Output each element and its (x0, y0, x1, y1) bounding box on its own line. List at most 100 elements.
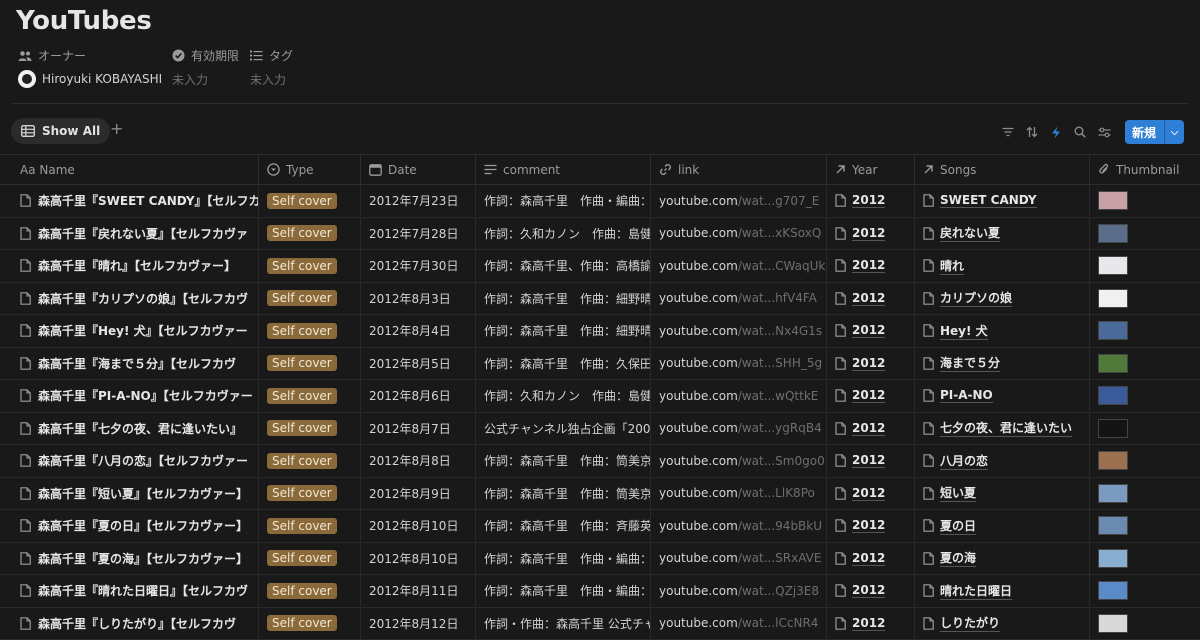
link-domain[interactable]: youtube.com (659, 324, 738, 338)
link-domain[interactable]: youtube.com (659, 389, 738, 403)
thumbnail-cell[interactable] (1090, 283, 1200, 314)
year-relation[interactable]: 2012 (852, 291, 885, 306)
year-cell[interactable]: 2012 (827, 478, 915, 509)
chevron-down-icon[interactable]: ⌵ (1165, 127, 1184, 138)
thumbnail-cell[interactable] (1090, 218, 1200, 249)
table-row[interactable]: 森高千里『夏の日』【セルフカヴァー】Self cover2012年8月10日作詞… (0, 510, 1200, 543)
link-cell[interactable]: youtube.com/wat...lCcNR4 (651, 608, 827, 639)
songs-cell[interactable]: 夏の日 (915, 510, 1090, 541)
table-row[interactable]: 森高千里『PI-A-NO』【セルフカヴァーSelf cover2012年8月6日… (0, 380, 1200, 413)
year-relation[interactable]: 2012 (852, 616, 885, 631)
year-cell[interactable]: 2012 (827, 413, 915, 444)
comment-cell[interactable]: 作詞：森高千里 作曲・編曲： (476, 185, 651, 216)
tag-value[interactable]: 未入力 (250, 71, 286, 88)
year-cell[interactable]: 2012 (827, 608, 915, 639)
year-cell[interactable]: 2012 (827, 543, 915, 574)
comment-cell[interactable]: 作詞：森高千里 作曲：細野晴 (476, 315, 651, 346)
songs-cell[interactable]: カリプソの娘 (915, 283, 1090, 314)
thumbnail-image[interactable] (1098, 419, 1128, 438)
name-cell[interactable]: 森高千里『七夕の夜、君に逢いたい』 (12, 413, 259, 444)
song-relation[interactable]: 海まで５分 (940, 354, 1000, 372)
thumbnail-image[interactable] (1098, 289, 1128, 308)
year-cell[interactable]: 2012 (827, 348, 915, 379)
thumbnail-image[interactable] (1098, 451, 1128, 470)
songs-cell[interactable]: 八月の恋 (915, 445, 1090, 476)
settings-icon[interactable] (1092, 121, 1116, 143)
thumbnail-cell[interactable] (1090, 543, 1200, 574)
table-row[interactable]: 森高千里『海まで５分』【セルフカヴSelf cover2012年8月5日作詞：森… (0, 348, 1200, 381)
table-row[interactable]: 森高千里『戻れない夏』【セルフカヴァSelf cover2012年7月28日作詞… (0, 218, 1200, 251)
link-cell[interactable]: youtube.com/wat...hfV4FA (651, 283, 827, 314)
name-cell[interactable]: 森高千里『戻れない夏』【セルフカヴァ (12, 218, 259, 249)
table-row[interactable]: 森高千里『夏の海』【セルフカヴァー】Self cover2012年8月10日作詞… (0, 543, 1200, 576)
comment-cell[interactable]: 作詞：森高千里 作曲：筒美京 (476, 478, 651, 509)
date-cell[interactable]: 2012年8月11日 (361, 575, 476, 606)
link-cell[interactable]: youtube.com/wat...SHH_5g (651, 348, 827, 379)
date-cell[interactable]: 2012年8月4日 (361, 315, 476, 346)
table-row[interactable]: 森高千里『晴れ』【セルフカヴァー】Self cover2012年7月30日作詞：… (0, 250, 1200, 283)
link-domain[interactable]: youtube.com (659, 454, 738, 468)
date-cell[interactable]: 2012年8月6日 (361, 380, 476, 411)
type-cell[interactable]: Self cover (259, 510, 361, 541)
year-cell[interactable]: 2012 (827, 510, 915, 541)
link-tail[interactable]: /wat...Sm0go0 (738, 454, 825, 468)
type-cell[interactable]: Self cover (259, 445, 361, 476)
link-domain[interactable]: youtube.com (659, 616, 738, 630)
song-relation[interactable]: 七夕の夜、君に逢いたい (940, 419, 1072, 437)
date-cell[interactable]: 2012年7月28日 (361, 218, 476, 249)
comment-cell[interactable]: 作詞：森高千里 作曲：斉藤英 (476, 510, 651, 541)
date-cell[interactable]: 2012年8月3日 (361, 283, 476, 314)
comment-cell[interactable]: 作詞：森高千里、作曲：高橋諭 (476, 250, 651, 281)
song-relation[interactable]: SWEET CANDY (940, 193, 1037, 208)
column-header-date[interactable]: Date (361, 155, 476, 184)
year-relation[interactable]: 2012 (852, 323, 885, 338)
song-relation[interactable]: PI-A-NO (940, 388, 993, 403)
name-cell[interactable]: 森高千里『カリプソの娘』【セルフカヴ (12, 283, 259, 314)
song-relation[interactable]: 夏の海 (940, 549, 976, 567)
year-relation[interactable]: 2012 (852, 258, 885, 273)
year-relation[interactable]: 2012 (852, 583, 885, 598)
link-domain[interactable]: youtube.com (659, 194, 738, 208)
name-cell[interactable]: 森高千里『夏の海』【セルフカヴァー】 (12, 543, 259, 574)
name-cell[interactable]: 森高千里『しりたがり』【セルフカヴ (12, 608, 259, 639)
song-relation[interactable]: Hey! 犬 (940, 322, 988, 340)
name-cell[interactable]: 森高千里『短い夏』【セルフカヴァー】 (12, 478, 259, 509)
thumbnail-image[interactable] (1098, 386, 1128, 405)
type-cell[interactable]: Self cover (259, 348, 361, 379)
year-cell[interactable]: 2012 (827, 283, 915, 314)
link-tail[interactable]: /wat...SRxAVE (738, 551, 822, 565)
link-cell[interactable]: youtube.com/wat...SRxAVE (651, 543, 827, 574)
date-cell[interactable]: 2012年8月8日 (361, 445, 476, 476)
table-row[interactable]: 森高千里『七夕の夜、君に逢いたい』Self cover2012年8月7日公式チャ… (0, 413, 1200, 446)
thumbnail-cell[interactable] (1090, 575, 1200, 606)
songs-cell[interactable]: 戻れない夏 (915, 218, 1090, 249)
year-relation[interactable]: 2012 (852, 226, 885, 241)
owner-value[interactable]: Hiroyuki KOBAYASHI (18, 70, 162, 88)
year-relation[interactable]: 2012 (852, 421, 885, 436)
link-tail[interactable]: /wat...CWaqUk (738, 259, 826, 273)
link-tail[interactable]: /wat...lCcNR4 (738, 616, 819, 630)
date-cell[interactable]: 2012年8月9日 (361, 478, 476, 509)
songs-cell[interactable]: 晴れた日曜日 (915, 575, 1090, 606)
column-header-link[interactable]: link (651, 155, 827, 184)
thumbnail-cell[interactable] (1090, 445, 1200, 476)
link-cell[interactable]: youtube.com/wat...Sm0go0 (651, 445, 827, 476)
date-cell[interactable]: 2012年8月7日 (361, 413, 476, 444)
column-header-thumbnail[interactable]: Thumbnail (1090, 155, 1200, 184)
link-cell[interactable]: youtube.com/wat...QZj3E8 (651, 575, 827, 606)
year-cell[interactable]: 2012 (827, 575, 915, 606)
link-cell[interactable]: youtube.com/wat...g707_E (651, 185, 827, 216)
date-cell[interactable]: 2012年8月10日 (361, 510, 476, 541)
link-domain[interactable]: youtube.com (659, 291, 738, 305)
link-cell[interactable]: youtube.com/wat...wQttkE (651, 380, 827, 411)
comment-cell[interactable]: 作詞・作曲：森高千里 公式チャ (476, 608, 651, 639)
link-domain[interactable]: youtube.com (659, 226, 738, 240)
type-cell[interactable]: Self cover (259, 608, 361, 639)
property-expiry-label[interactable]: 有効期限 (172, 47, 239, 64)
link-tail[interactable]: /wat...xKSoxQ (738, 226, 821, 240)
type-cell[interactable]: Self cover (259, 315, 361, 346)
thumbnail-image[interactable] (1098, 484, 1128, 503)
thumbnail-cell[interactable] (1090, 250, 1200, 281)
thumbnail-image[interactable] (1098, 516, 1128, 535)
link-domain[interactable]: youtube.com (659, 356, 738, 370)
